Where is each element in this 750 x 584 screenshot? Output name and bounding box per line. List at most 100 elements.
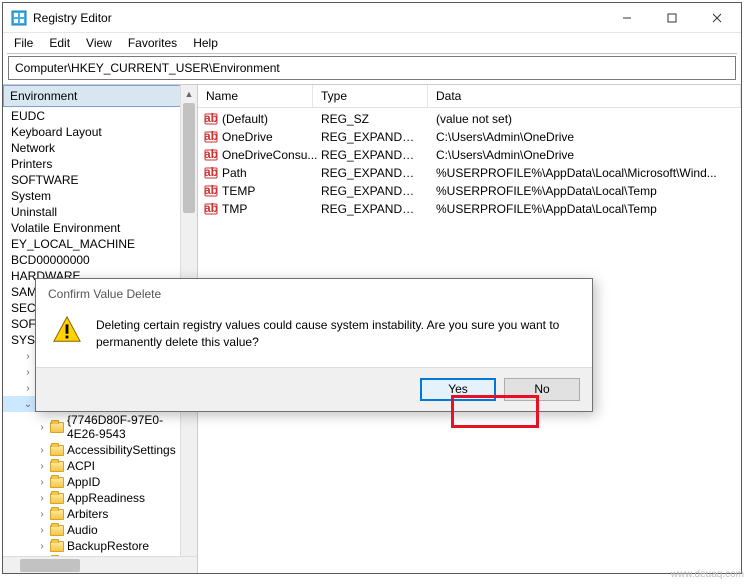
titlebar[interactable]: Registry Editor <box>3 3 741 33</box>
expand-icon[interactable]: › <box>23 383 33 394</box>
tree-header-selected[interactable]: Environment <box>3 85 197 107</box>
yes-button[interactable]: Yes <box>420 378 496 401</box>
svg-text:ab: ab <box>204 148 218 161</box>
tree-node[interactable]: › AppReadiness <box>3 490 197 506</box>
menu-view[interactable]: View <box>79 34 119 52</box>
dialog-title: Confirm Value Delete <box>36 279 592 309</box>
expand-icon[interactable]: › <box>37 509 47 520</box>
maximize-button[interactable] <box>649 4 694 32</box>
folder-icon <box>50 525 64 536</box>
expand-icon[interactable]: › <box>23 351 33 362</box>
tree-node[interactable]: › ACPI <box>3 458 197 474</box>
tree-node[interactable]: › {7746D80F-97E0-4E26-9543 <box>3 412 197 442</box>
tree-node[interactable]: Keyboard Layout <box>3 124 197 140</box>
expand-icon[interactable]: › <box>37 493 47 504</box>
menu-file[interactable]: File <box>7 34 40 52</box>
string-value-icon: ab <box>204 166 218 180</box>
value-row[interactable]: ab Path REG_EXPAND_SZ%USERPROFILE%\AppData… <box>198 164 741 182</box>
value-name: TMP <box>222 202 247 216</box>
address-text: Computer\HKEY_CURRENT_USER\Environment <box>15 61 280 75</box>
string-value-icon: ab <box>204 148 218 162</box>
no-button[interactable]: No <box>504 378 580 401</box>
scroll-thumb[interactable] <box>183 103 195 213</box>
menu-favorites[interactable]: Favorites <box>121 34 184 52</box>
value-row[interactable]: abOneDriveREG_EXPAND_SZC:\Users\Admin\On… <box>198 128 741 146</box>
tree-label: AccessibilitySettings <box>67 443 176 457</box>
value-type: REG_SZ <box>313 112 428 126</box>
address-bar[interactable]: Computer\HKEY_CURRENT_USER\Environment <box>8 56 736 80</box>
string-value-icon: ab <box>204 202 218 216</box>
tree-hscrollbar[interactable] <box>3 556 197 573</box>
value-type: REG_EXPAND_SZ <box>313 202 428 216</box>
tree-node[interactable]: Uninstall <box>3 204 197 220</box>
value-name: (Default) <box>222 112 268 126</box>
minimize-button[interactable] <box>604 4 649 32</box>
folder-icon <box>50 477 64 488</box>
svg-text:ab: ab <box>204 202 218 215</box>
menu-edit[interactable]: Edit <box>42 34 77 52</box>
tree-node[interactable]: › BackupRestore <box>3 538 197 554</box>
tree-label: Arbiters <box>67 507 108 521</box>
expand-icon[interactable]: › <box>37 461 47 472</box>
expand-icon[interactable]: › <box>37 525 47 536</box>
string-value-icon: ab <box>204 130 218 144</box>
tree-node[interactable]: BCD00000000 <box>3 252 197 268</box>
tree-node[interactable]: EUDC <box>3 108 197 124</box>
tree-node[interactable]: › Audio <box>3 522 197 538</box>
value-row[interactable]: ab (Default) REG_SZ(value not set) <box>198 110 741 128</box>
close-button[interactable] <box>694 4 739 32</box>
tree-node[interactable]: EY_LOCAL_MACHINE <box>3 236 197 252</box>
value-type: REG_EXPAND_SZ <box>313 166 428 180</box>
value-row[interactable]: ab TEMP REG_EXPAND_SZ%USERPROFILE%\AppData… <box>198 182 741 200</box>
tree-label: ACPI <box>67 459 95 473</box>
watermark: www.deuaq.com <box>671 569 744 580</box>
tree-label: BackupRestore <box>67 539 149 553</box>
value-row[interactable]: ab TMP REG_EXPAND_SZ%USERPROFILE%\AppData\… <box>198 200 741 218</box>
value-type: REG_EXPAND_SZ <box>313 130 428 144</box>
string-value-icon: ab <box>204 184 218 198</box>
divider <box>7 53 737 54</box>
value-data: (value not set) <box>428 112 741 126</box>
tree-label: {7746D80F-97E0-4E26-9543 <box>67 413 195 441</box>
value-data: %USERPROFILE%\AppData\Local\Temp <box>428 184 741 198</box>
tree-node[interactable]: Volatile Environment <box>3 220 197 236</box>
expand-icon[interactable]: › <box>23 367 33 378</box>
dialog-buttons: Yes No <box>36 367 592 411</box>
tree-node[interactable]: › Arbiters <box>3 506 197 522</box>
window-title: Registry Editor <box>33 11 604 25</box>
expand-icon[interactable]: › <box>37 477 47 488</box>
col-type[interactable]: Type <box>313 85 428 107</box>
folder-icon <box>50 461 64 472</box>
tree-label: Audio <box>67 523 98 537</box>
tree-label: AppReadiness <box>67 491 145 505</box>
value-data: %USERPROFILE%\AppData\Local\Temp <box>428 202 741 216</box>
tree-node[interactable]: SOFTWARE <box>3 172 197 188</box>
expand-icon[interactable]: › <box>37 445 47 456</box>
scroll-up-icon[interactable]: ▲ <box>181 85 197 102</box>
column-headers: Name Type Data <box>198 85 741 108</box>
value-name: Path <box>222 166 247 180</box>
value-name: OneDrive <box>222 130 273 144</box>
expand-icon[interactable]: › <box>37 541 47 552</box>
tree-node[interactable]: Printers <box>3 156 197 172</box>
tree-node[interactable]: Network <box>3 140 197 156</box>
tree-node[interactable]: ›AppID <box>3 474 197 490</box>
tree-node[interactable]: System <box>3 188 197 204</box>
collapse-icon[interactable]: ⌄ <box>23 399 33 410</box>
value-data: %USERPROFILE%\AppData\Local\Microsoft\Wi… <box>428 166 741 180</box>
string-value-icon: ab <box>204 112 218 126</box>
menu-help[interactable]: Help <box>186 34 225 52</box>
folder-icon <box>50 493 64 504</box>
dialog-message: Deleting certain registry values could c… <box>96 315 576 351</box>
folder-icon <box>50 445 64 456</box>
value-type: REG_EXPAND_SZ <box>313 148 428 162</box>
value-name: TEMP <box>222 184 255 198</box>
value-row[interactable]: abOneDriveConsu...REG_EXPAND_SZC:\Users\… <box>198 146 741 164</box>
value-type: REG_EXPAND_SZ <box>313 184 428 198</box>
folder-icon <box>50 509 64 520</box>
expand-icon[interactable]: › <box>37 422 47 433</box>
col-data[interactable]: Data <box>428 85 741 107</box>
tree-node[interactable]: › AccessibilitySettings <box>3 442 197 458</box>
col-name[interactable]: Name <box>198 85 313 107</box>
menubar: File Edit View Favorites Help <box>3 33 741 53</box>
